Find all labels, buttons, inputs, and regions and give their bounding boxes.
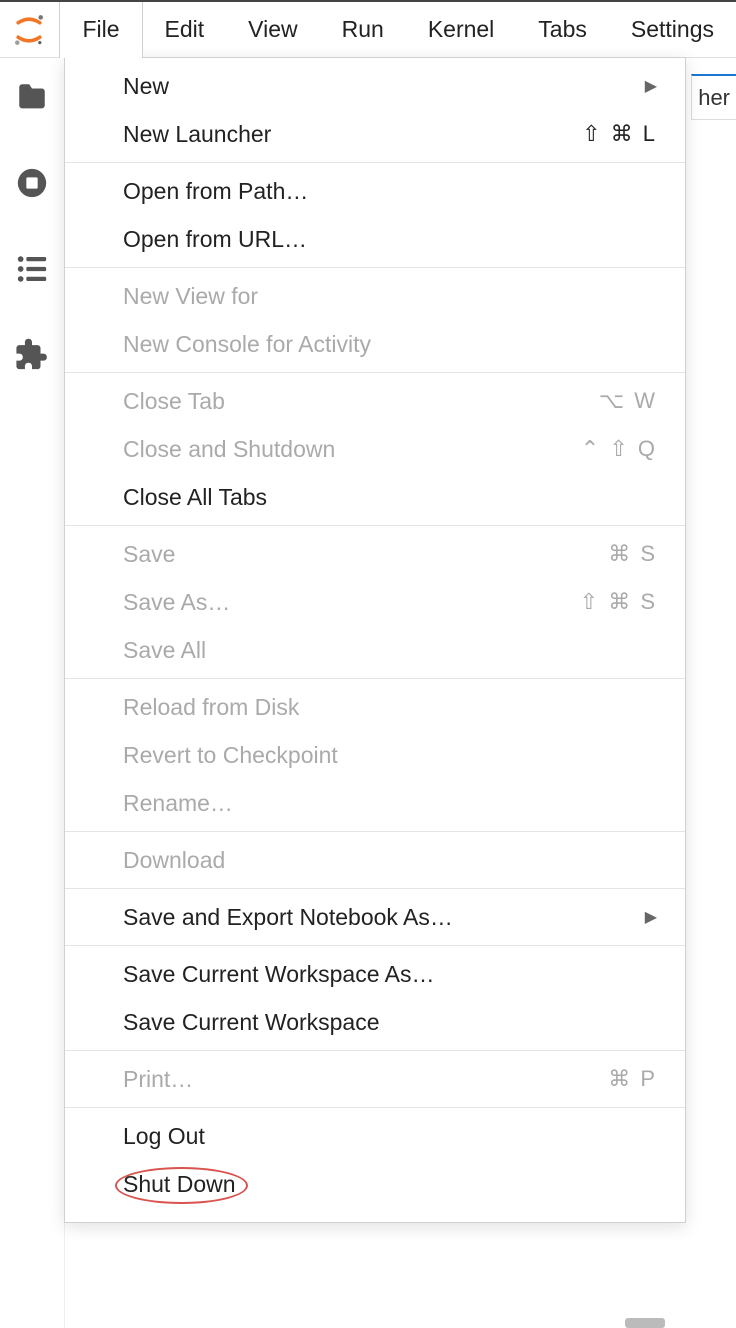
menu-item-label: Save Current Workspace (123, 1009, 380, 1036)
file-menu-reload-from-disk: Reload from Disk (65, 683, 685, 731)
menu-shortcut: ⇧ ⌘ L (582, 121, 657, 147)
menu-tabs[interactable]: Tabs (516, 2, 609, 58)
menu-shortcut: ⌃ ⇧ Q (581, 436, 657, 462)
menu-item-label: New Console for Activity (123, 331, 371, 358)
menu-item-label: Open from Path… (123, 178, 308, 205)
file-menu-log-out[interactable]: Log Out (65, 1112, 685, 1160)
menu-item-label: Save All (123, 637, 206, 664)
launcher-tab-partial[interactable]: her (691, 74, 736, 120)
menu-item-label: Save and Export Notebook As… (123, 904, 453, 931)
file-menu-new[interactable]: New ▶ (65, 62, 685, 110)
menu-item-label: New (123, 73, 169, 100)
menu-run[interactable]: Run (320, 2, 406, 58)
menu-shortcut: ⌥ W (599, 388, 657, 414)
submenu-arrow-icon: ▶ (645, 907, 657, 927)
menu-item-label: Save As… (123, 589, 230, 616)
menu-item-label: Open from URL… (123, 226, 307, 253)
running-sessions-icon[interactable] (15, 166, 49, 200)
menu-item-label: Download (123, 847, 225, 874)
jupyter-logo (0, 2, 59, 58)
file-menu-new-launcher[interactable]: New Launcher ⇧ ⌘ L (65, 110, 685, 158)
menu-item-label: Close and Shutdown (123, 436, 335, 463)
submenu-arrow-icon: ▶ (645, 76, 657, 96)
file-menu-rename: Rename… (65, 779, 685, 827)
file-menu-print: Print… ⌘ P (65, 1055, 685, 1103)
toc-icon[interactable] (15, 252, 49, 286)
menu-view[interactable]: View (226, 2, 319, 58)
file-menu-save-current-workspace-as[interactable]: Save Current Workspace As… (65, 950, 685, 998)
menu-item-label: Close Tab (123, 388, 225, 415)
menu-item-label: Revert to Checkpoint (123, 742, 338, 769)
left-sidebar (0, 58, 64, 1328)
menu-settings[interactable]: Settings (609, 2, 736, 58)
file-menu-save-and-export-notebook-as[interactable]: Save and Export Notebook As… ▶ (65, 893, 685, 941)
menu-item-label: Reload from Disk (123, 694, 299, 721)
file-menu-save: Save ⌘ S (65, 530, 685, 578)
file-menu-close-and-shutdown: Close and Shutdown ⌃ ⇧ Q (65, 425, 685, 473)
file-menu-save-as: Save As… ⇧ ⌘ S (65, 578, 685, 626)
menu-shortcut: ⌘ S (608, 541, 657, 567)
file-menu-save-current-workspace[interactable]: Save Current Workspace (65, 998, 685, 1046)
menu-item-label: Save Current Workspace As… (123, 961, 434, 988)
file-menu-new-console-for-activity: New Console for Activity (65, 320, 685, 368)
menu-edit[interactable]: Edit (143, 2, 227, 58)
menu-kernel[interactable]: Kernel (406, 2, 516, 58)
file-menu-revert-to-checkpoint: Revert to Checkpoint (65, 731, 685, 779)
file-menu-dropdown: New ▶ New Launcher ⇧ ⌘ L Open from Path… Open… (64, 57, 686, 1223)
scrollbar-thumb[interactable] (625, 1318, 665, 1328)
menu-item-label: Log Out (123, 1123, 205, 1150)
menu-item-label: Print… (123, 1066, 193, 1093)
menu-shortcut: ⌘ P (608, 1066, 657, 1092)
menu-file[interactable]: File (59, 2, 142, 58)
file-menu-new-view-for: New View for (65, 272, 685, 320)
file-menu-open-from-url[interactable]: Open from URL… (65, 215, 685, 263)
file-menu-close-all-tabs[interactable]: Close All Tabs (65, 473, 685, 521)
extensions-icon[interactable] (15, 338, 49, 372)
file-menu-save-all: Save All (65, 626, 685, 674)
menu-item-label: New View for (123, 283, 258, 310)
menu-item-label: Shut Down (123, 1171, 236, 1198)
menu-shortcut: ⇧ ⌘ S (580, 589, 657, 615)
file-browser-icon[interactable] (15, 80, 49, 114)
file-menu-close-tab: Close Tab ⌥ W (65, 377, 685, 425)
menu-item-label: Save (123, 541, 175, 568)
menu-item-label: Rename… (123, 790, 233, 817)
menu-item-label: Close All Tabs (123, 484, 267, 511)
menu-item-label: New Launcher (123, 121, 271, 148)
file-menu-shut-down[interactable]: Shut Down (65, 1160, 685, 1208)
file-menu-download: Download (65, 836, 685, 884)
menubar: File Edit View Run Kernel Tabs Settings (0, 2, 736, 58)
file-menu-open-from-path[interactable]: Open from Path… (65, 167, 685, 215)
